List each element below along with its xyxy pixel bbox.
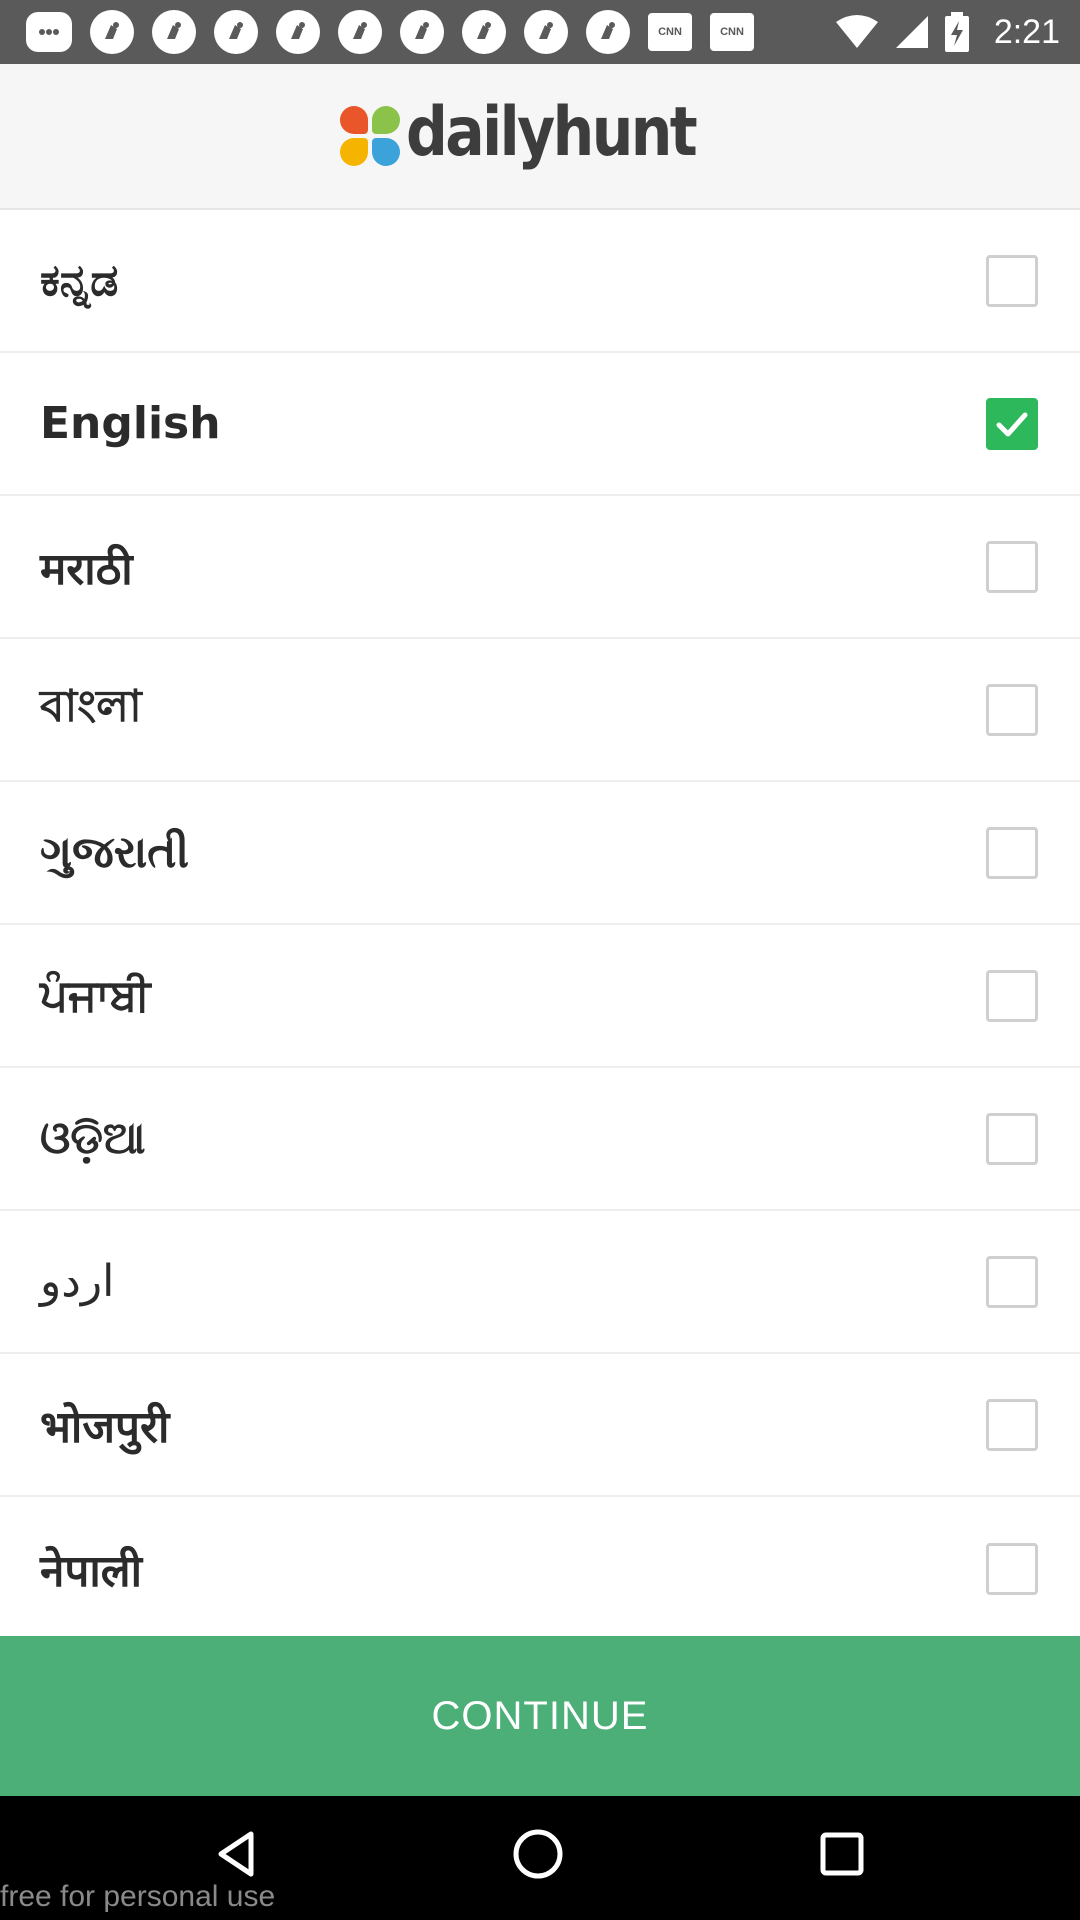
language-label: ગુજરાતી [40,827,190,878]
language-row-bangla[interactable]: বাংলা [0,639,1080,782]
watermark: free for personal use [0,1880,276,1913]
recents-button[interactable] [812,1824,872,1884]
language-label: ਪੰਜਾਬੀ [40,970,151,1021]
status-bar: CNN CNN 2:21 [0,0,1080,64]
app-icon [214,10,258,54]
language-row-bhojpuri[interactable]: भोजपुरी [0,1354,1080,1497]
cnn-icon: CNN [648,13,692,51]
language-list: ಕನ್ನಡ English मराठी বাংলা ગુજરાતી ਪੰਜਾਬੀ… [0,210,1080,1640]
logo-mark-icon [338,104,402,168]
language-label: اردو [40,1256,115,1307]
language-row-odia[interactable]: ଓଡ଼ିଆ [0,1068,1080,1211]
language-checkbox[interactable] [986,1112,1038,1165]
language-row-nepali[interactable]: नेपाली [0,1497,1080,1640]
back-icon [218,1831,254,1877]
wifi-icon [835,15,878,48]
language-checkbox[interactable] [986,397,1038,450]
checkmark-icon [996,412,1028,436]
continue-button[interactable]: CONTINUE [0,1636,1080,1796]
notification-icons: CNN CNN [26,10,834,54]
language-row-marathi[interactable]: मराठी [0,496,1080,639]
system-icons: 2:21 [834,12,1060,52]
battery-charging-icon [944,12,969,52]
app-icon [462,10,506,54]
logo-text: dailyhunt [405,93,698,172]
home-button[interactable] [508,1824,568,1884]
language-label: বাংলা [40,681,142,732]
app-icon [90,10,134,54]
language-checkbox[interactable] [986,683,1038,736]
app-icon [524,10,568,54]
language-label: नेपाली [40,1545,143,1597]
cnn-icon: CNN [710,13,754,51]
language-checkbox[interactable] [986,1255,1038,1308]
language-checkbox[interactable] [986,1398,1038,1451]
app-icon [400,10,444,54]
app-icon [152,10,196,54]
home-icon [513,1829,563,1879]
language-checkbox[interactable] [986,826,1038,879]
language-checkbox[interactable] [986,969,1038,1022]
language-checkbox[interactable] [986,1542,1038,1595]
app-icon [276,10,320,54]
language-checkbox[interactable] [986,540,1038,593]
app-header: dailyhunt [0,64,1080,210]
language-label: ಕನ್ನಡ [40,255,119,306]
language-label: भोजपुरी [40,1401,170,1453]
language-checkbox[interactable] [986,254,1038,307]
dailyhunt-logo: dailyhunt [338,99,742,168]
app-icon [586,10,630,54]
language-row-punjabi[interactable]: ਪੰਜਾਬੀ [0,925,1080,1068]
app-icon [338,10,382,54]
language-label: English [40,398,221,449]
recents-icon [820,1832,864,1876]
clock: 2:21 [993,12,1060,51]
message-icon [26,12,72,52]
language-label: ଓଡ଼ିଆ [40,1113,146,1164]
language-row-urdu[interactable]: اردو [0,1211,1080,1354]
language-row-gujarati[interactable]: ગુજરાતી [0,782,1080,925]
signal-icon [895,16,928,48]
language-label: मराठी [40,543,133,595]
language-row-english[interactable]: English [0,353,1080,496]
back-button[interactable] [206,1824,266,1884]
language-row-kannada[interactable]: ಕನ್ನಡ [0,210,1080,353]
